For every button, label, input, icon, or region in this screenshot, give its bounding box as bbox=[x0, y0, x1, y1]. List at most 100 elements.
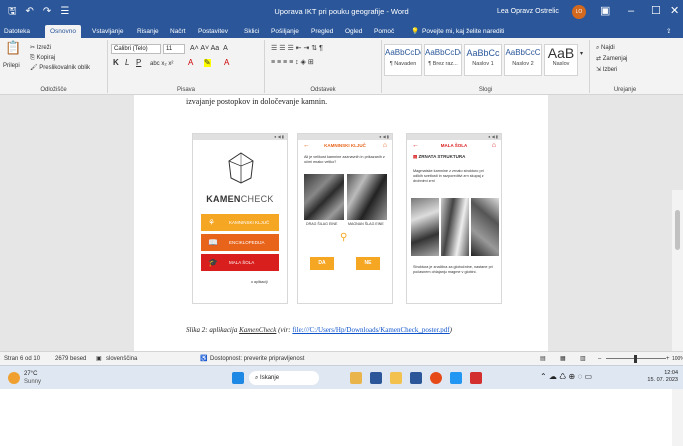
paragraph-group: ☰ ☰ ☰ ⇤ ⇥ ⇅ ¶ ≡ ≡ ≡ ≡ ↕ ◈ ⊞ Odstavek bbox=[265, 40, 382, 93]
encyclopedia-button[interactable]: 📖 ENCIKLOPEDIJA bbox=[201, 234, 279, 251]
browser-icon[interactable] bbox=[430, 372, 442, 384]
tab-review[interactable]: Pregled bbox=[311, 27, 333, 36]
clipboard-group: 📋 Prilepi ✂ Izreži ⎘ Kopiraj 🖌 Preslikov… bbox=[0, 40, 108, 93]
weather-icon[interactable] bbox=[8, 372, 20, 384]
tab-references[interactable]: Sklici bbox=[244, 27, 259, 36]
tab-insert[interactable]: Vstavljanje bbox=[92, 27, 123, 36]
scissors-icon: ✂ bbox=[30, 45, 37, 51]
paste-button[interactable]: Prilepi bbox=[3, 62, 20, 70]
close-icon[interactable]: ✕ bbox=[670, 3, 679, 19]
caption-link[interactable]: file:///C:/Users/Hp/Downloads/KamenCheck… bbox=[292, 326, 449, 334]
style-title[interactable]: AaB Naslov bbox=[544, 44, 578, 76]
rock-sample-1[interactable] bbox=[411, 198, 439, 256]
font-color-icon[interactable]: A bbox=[224, 59, 229, 67]
align-buttons[interactable]: ≡ ≡ ≡ ≡ ↕ ◈ ⊞ bbox=[271, 59, 314, 67]
tab-mailings[interactable]: Pošiljanje bbox=[271, 27, 299, 36]
style-heading-2[interactable]: AaBbCcC Naslov 2 bbox=[504, 44, 542, 76]
rock-image-1[interactable] bbox=[304, 174, 344, 220]
font-name-select[interactable]: Calibri (Telo) bbox=[111, 44, 161, 54]
file-explorer-icon[interactable] bbox=[390, 372, 402, 384]
tab-file[interactable]: Datoteka bbox=[4, 27, 30, 36]
print-layout-icon[interactable]: ▦ bbox=[560, 355, 566, 363]
rock-key-button[interactable]: ⚘ KAMNINSKI KLJUČ bbox=[201, 214, 279, 231]
user-avatar[interactable]: LO bbox=[572, 5, 586, 19]
ribbon-display-icon[interactable]: ▣ bbox=[600, 3, 610, 19]
cut-button[interactable]: ✂ Izreži bbox=[30, 44, 51, 52]
weather-widget[interactable]: 27°C Sunny bbox=[24, 370, 41, 386]
tab-help[interactable]: Pomoč bbox=[374, 27, 394, 36]
vertical-scrollbar[interactable] bbox=[672, 190, 683, 446]
select-button[interactable]: ⇲ Izberi bbox=[596, 66, 617, 74]
style-heading-1[interactable]: AaBbCc Naslov 1 bbox=[464, 44, 502, 76]
word-count[interactable]: 2679 besed bbox=[55, 355, 86, 363]
word-taskbar-icon[interactable] bbox=[410, 372, 422, 384]
home-icon-2[interactable]: ⌂ bbox=[492, 140, 496, 152]
styles-more-icon[interactable]: ▾ bbox=[580, 50, 583, 58]
format-painter-button[interactable]: 🖌 Preslikovalnik oblik bbox=[30, 64, 90, 72]
rock-sample-2[interactable] bbox=[441, 198, 469, 256]
widgets-icon[interactable] bbox=[350, 372, 362, 384]
copy-button[interactable]: ⎘ Kopiraj bbox=[30, 54, 55, 62]
zoom-in-icon[interactable]: + bbox=[666, 355, 670, 363]
clock[interactable]: 12:04 15. 07. 2023 bbox=[640, 370, 678, 384]
tell-me-box[interactable]: Povejte mi, kaj želite narediti bbox=[422, 27, 504, 36]
ribbon: 📋 Prilepi ✂ Izreži ⎘ Kopiraj 🖌 Preslikov… bbox=[0, 38, 683, 95]
style-no-spacing[interactable]: AaBbCcDc ¶ Brez raz... bbox=[424, 44, 462, 76]
start-icon[interactable] bbox=[232, 372, 244, 384]
minimize-icon[interactable]: – bbox=[628, 3, 634, 19]
font-size-select[interactable]: 11 bbox=[163, 44, 185, 54]
tab-view[interactable]: Ogled bbox=[345, 27, 362, 36]
rock-caption-2: MAGNAN ŠLAG EINE bbox=[348, 222, 384, 226]
small-school-button[interactable]: 🎓 MALA ŠOLA bbox=[201, 254, 279, 271]
bold-button[interactable]: K bbox=[113, 59, 119, 67]
find-button[interactable]: ⌕ Najdi bbox=[596, 44, 615, 52]
language[interactable]: slovenščina bbox=[106, 355, 137, 363]
styles-group: AaBbCcDc ¶ Navaden AaBbCcDc ¶ Brez raz... … bbox=[382, 40, 590, 93]
back-arrow-icon[interactable]: ← bbox=[303, 140, 310, 152]
zoom-slider-thumb[interactable] bbox=[634, 355, 637, 363]
list-buttons[interactable]: ☰ ☰ ☰ ⇤ ⇥ ⇅ ¶ bbox=[271, 45, 323, 53]
zoom-level[interactable]: 100% bbox=[672, 355, 683, 363]
underline-button[interactable]: P bbox=[136, 59, 141, 67]
tab-design[interactable]: Načrt bbox=[170, 27, 186, 36]
page-count[interactable]: Stran 6 od 10 bbox=[4, 355, 40, 363]
app-icon[interactable] bbox=[470, 372, 482, 384]
taskbar-search[interactable]: ⌕ Iskanje bbox=[249, 371, 319, 385]
about-link[interactable]: o aplikaciji bbox=[251, 280, 268, 284]
graduation-cap-icon: 🎓 bbox=[208, 258, 218, 267]
highlight-icon[interactable]: ✎ bbox=[204, 59, 211, 67]
task-view-icon[interactable] bbox=[370, 372, 382, 384]
no-button[interactable]: NE bbox=[356, 257, 380, 270]
phone-status: ● ◀ ▮ bbox=[193, 134, 287, 140]
tab-layout[interactable]: Postavitev bbox=[198, 27, 228, 36]
back-arrow-icon-2[interactable]: ← bbox=[412, 140, 419, 152]
school-header: ← MALA ŠOLA ⌂ bbox=[407, 140, 501, 152]
italic-button[interactable]: L bbox=[125, 59, 129, 67]
home-icon[interactable]: ⌂ bbox=[383, 140, 387, 152]
strike-sub-sup-buttons[interactable]: abc x₂ x² bbox=[150, 60, 173, 68]
rock-image-2[interactable] bbox=[347, 174, 387, 220]
grow-font-button[interactable]: A˄ A˅ Aa A bbox=[190, 45, 228, 53]
zoom-out-icon[interactable]: – bbox=[598, 355, 601, 363]
accessibility-status[interactable]: Dostopnost: preverite pripravljenost bbox=[210, 355, 304, 363]
user-name[interactable]: Lea Opravz Ostrelic bbox=[497, 6, 559, 18]
scrollbar-thumb[interactable] bbox=[675, 210, 680, 250]
read-mode-icon[interactable]: ▤ bbox=[540, 355, 546, 363]
style-normal[interactable]: AaBbCcDc ¶ Navaden bbox=[384, 44, 422, 76]
rock-caption-1: DRAG ŠILAG EINE bbox=[306, 222, 338, 226]
tray-icons[interactable]: ⌃ ☁ ♺ ⊕ ◌ ▭ bbox=[540, 372, 592, 381]
mail-icon[interactable] bbox=[450, 372, 462, 384]
proofing-icon[interactable]: ▣ bbox=[96, 355, 102, 363]
yes-button[interactable]: DA bbox=[310, 257, 334, 270]
replace-button[interactable]: ⇄ Zamenjaj bbox=[596, 55, 627, 63]
maximize-icon[interactable]: ☐ bbox=[651, 3, 661, 19]
share-icon[interactable]: ⇪ bbox=[666, 27, 671, 36]
text-effects-icon[interactable]: A bbox=[188, 59, 193, 67]
web-layout-icon[interactable]: ▥ bbox=[580, 355, 586, 363]
tab-draw[interactable]: Risanje bbox=[137, 27, 159, 36]
document-page[interactable]: izvajanje postopkov in določevanje kamni… bbox=[134, 95, 548, 351]
tab-home[interactable]: Osnovno bbox=[45, 25, 82, 38]
paste-icon[interactable]: 📋 bbox=[5, 41, 21, 54]
cursor-icon: ⇲ bbox=[596, 67, 603, 73]
rock-sample-3[interactable] bbox=[471, 198, 499, 256]
